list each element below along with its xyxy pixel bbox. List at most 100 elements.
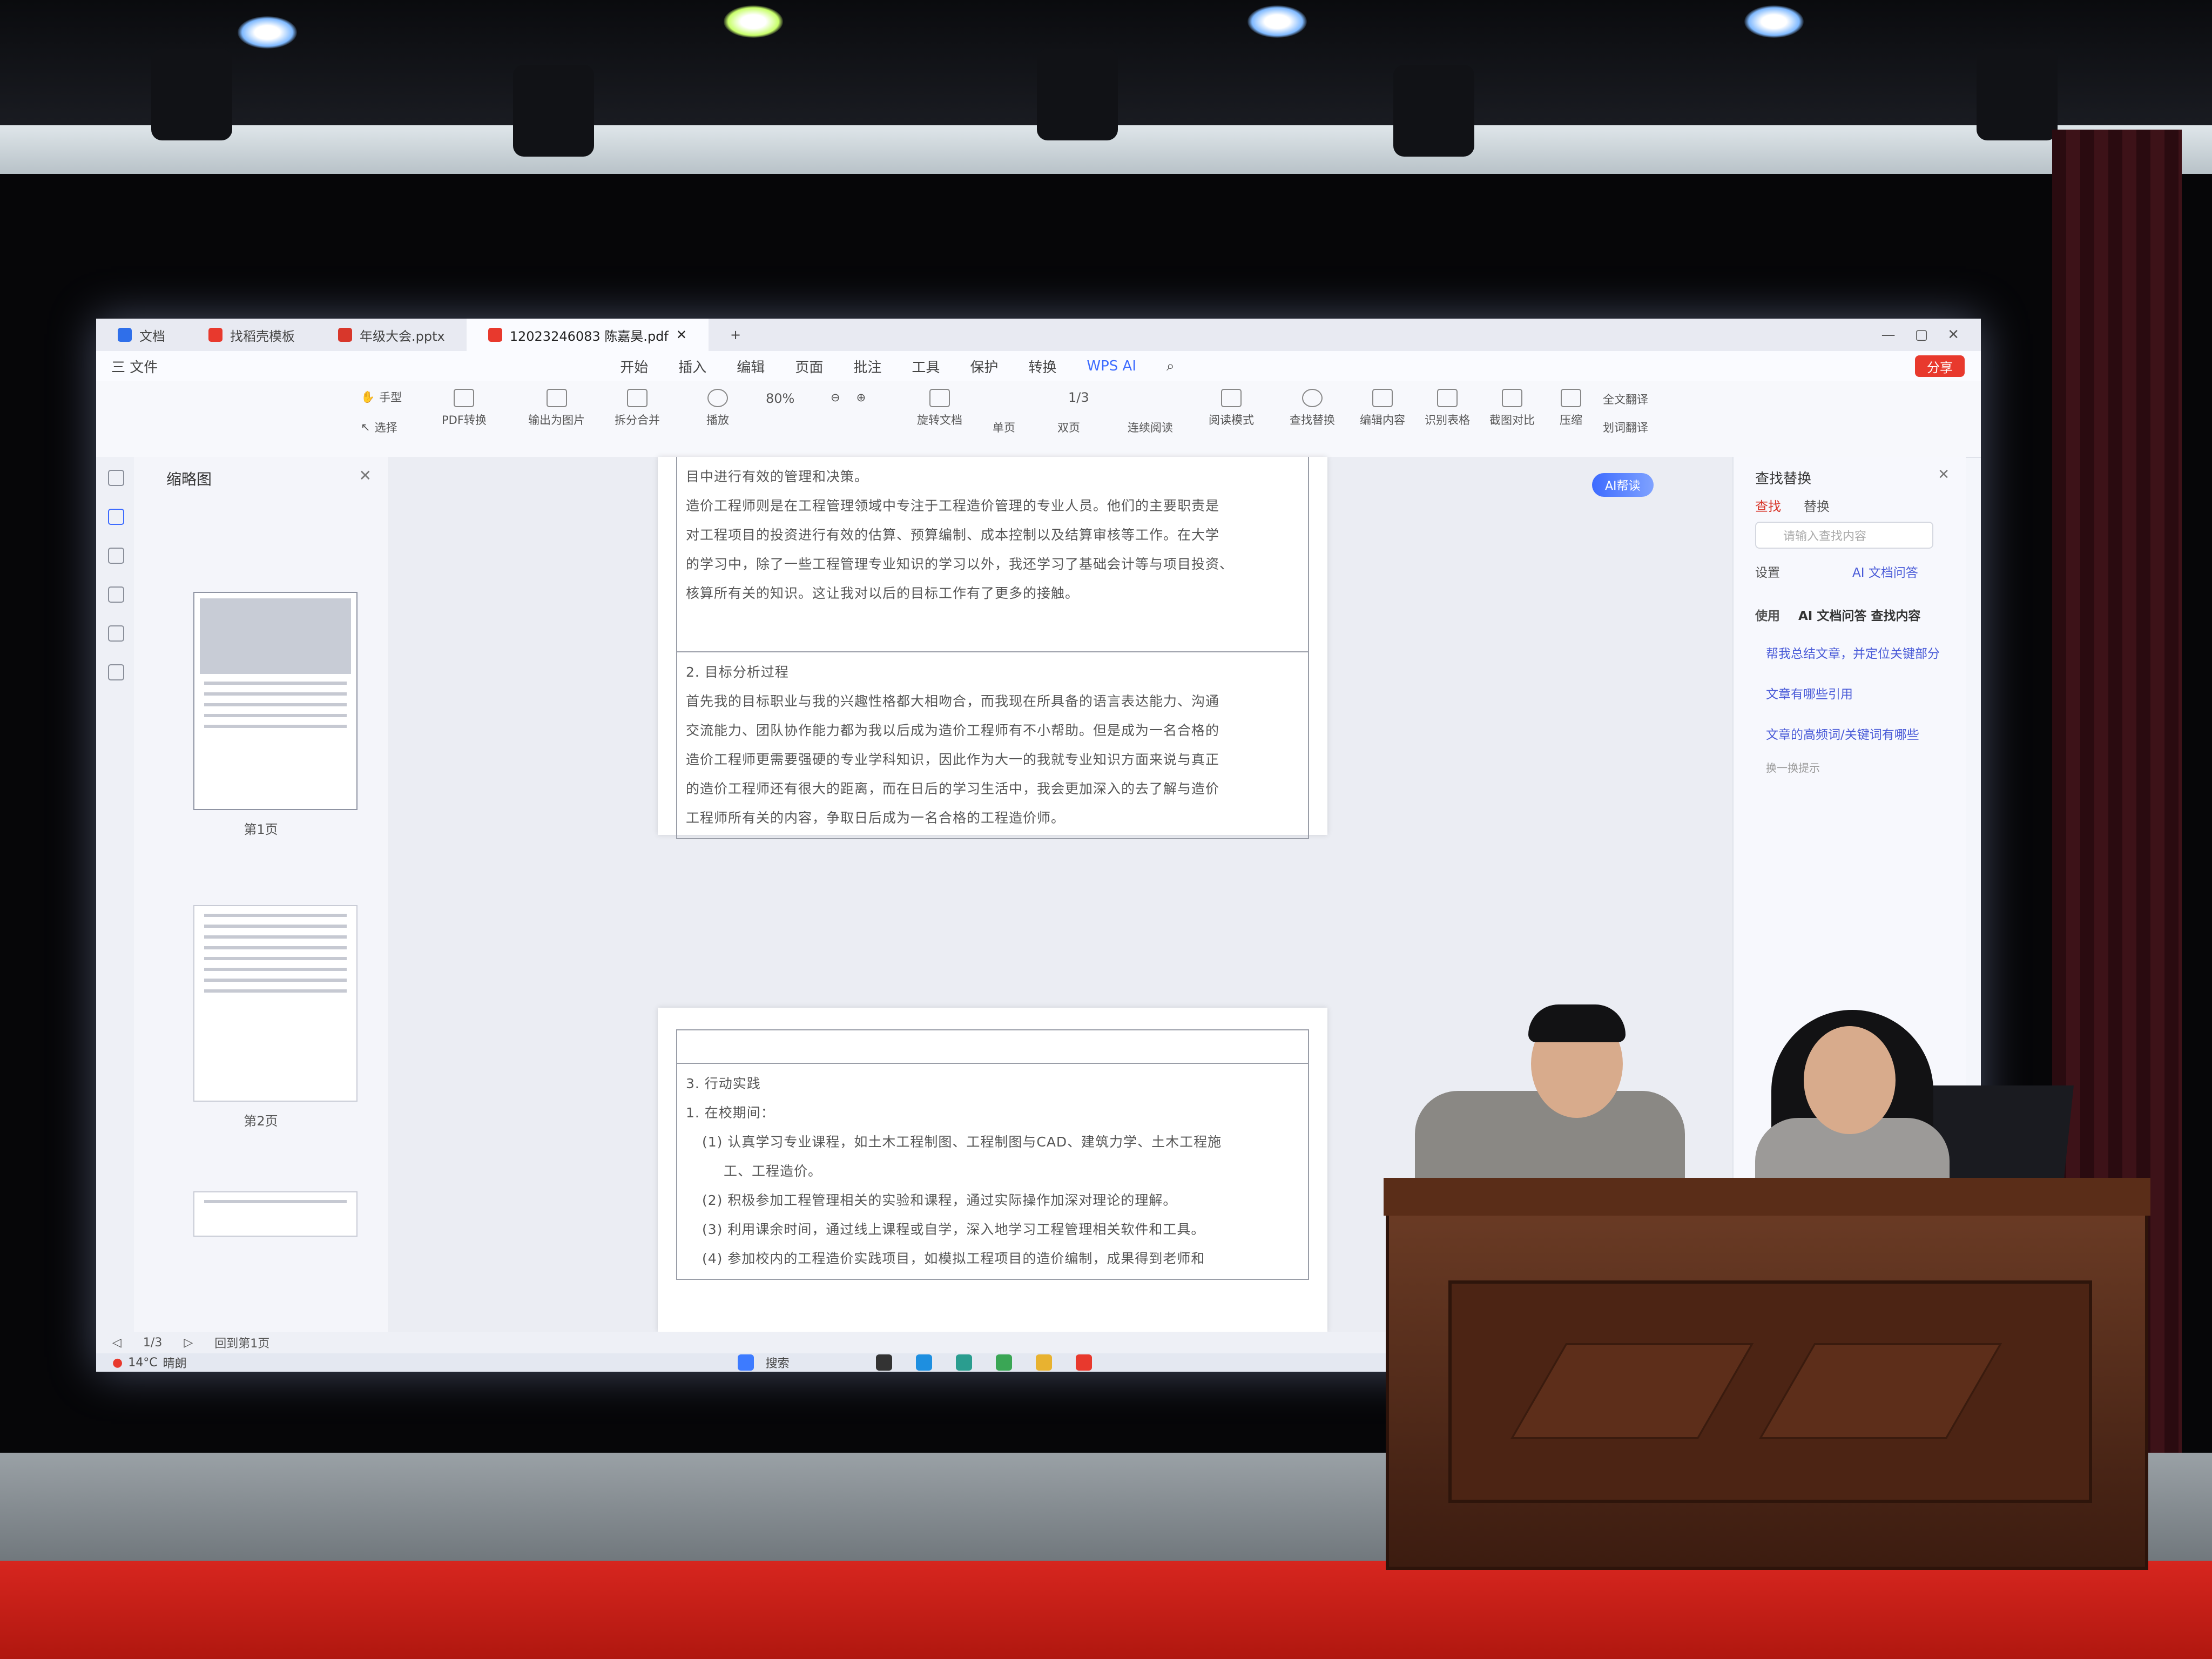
page-thumbnail-1[interactable] (193, 592, 358, 810)
wps-ai-button[interactable]: WPS AI (1071, 358, 1151, 374)
compress-button[interactable]: 压缩 (1560, 389, 1582, 428)
thumbnail-panel: 缩略图 ✕ 第1页 第2页 (134, 457, 389, 1332)
label: 识别表格 (1425, 414, 1470, 427)
thumb-line (204, 968, 347, 971)
split-merge-button[interactable]: 拆分合并 (615, 389, 660, 428)
page-next-icon[interactable]: ▷ (184, 1336, 193, 1350)
translate-mark-button[interactable]: 划词翻译 (1603, 419, 1648, 435)
export-image-button[interactable]: 输出为图片 (528, 389, 585, 428)
thumb-line (204, 989, 347, 993)
ai-read-button[interactable]: AI帮读 (1592, 473, 1654, 497)
page-thumbnail-2[interactable] (193, 905, 358, 1102)
hand-tool-button[interactable]: ✋ 手型 (361, 389, 402, 405)
app-icon[interactable] (955, 1354, 972, 1371)
folder-icon[interactable] (1035, 1354, 1052, 1371)
tab-template[interactable]: 找稻壳模板 (187, 319, 316, 351)
screenshot-compare-button[interactable]: 截图对比 (1489, 389, 1535, 428)
cursor-icon: ↖ (361, 421, 370, 434)
page-counter[interactable]: 1/3 (143, 1336, 162, 1350)
thumbnail-icon[interactable] (108, 509, 124, 525)
double-page-button[interactable]: 双页 (1057, 419, 1080, 435)
ai-suggestion[interactable]: 帮我总结文章，并定位关键部分 (1766, 643, 1940, 662)
wps-doc-icon (118, 328, 132, 342)
comment-icon[interactable] (108, 548, 124, 564)
ai-suggestion[interactable]: 文章有哪些引用 (1766, 684, 1853, 702)
thumb-line (204, 935, 347, 939)
share-button[interactable]: 分享 (1915, 355, 1965, 377)
edit-content-button[interactable]: 编辑内容 (1360, 389, 1405, 428)
rotate-button[interactable]: 旋转文档 (917, 389, 962, 428)
zoom-controls: ⊖ ⊕ (831, 391, 866, 404)
menu-annotate[interactable]: 批注 (838, 356, 896, 376)
ai-suggestion[interactable]: 文章的高频词/关键词有哪些 (1766, 724, 1919, 743)
page-nav-icon[interactable]: ◁ (112, 1336, 122, 1350)
wps-icon[interactable] (1075, 1354, 1092, 1371)
page-thumbnail-3[interactable] (193, 1191, 358, 1237)
pdf-icon (488, 328, 502, 342)
weather-text: 晴朗 (163, 1357, 187, 1371)
zoom-in-icon[interactable]: ⊕ (857, 391, 866, 404)
menu-convert[interactable]: 转换 (1013, 356, 1071, 376)
stage-light-fixture (1393, 65, 1474, 157)
thumb-line (204, 714, 347, 717)
refresh-suggestions[interactable]: 换一换提示 (1766, 759, 1820, 775)
bookmark-icon[interactable] (108, 470, 124, 486)
tab-pdf[interactable]: 12023246083 陈嘉昊.pdf ✕ (466, 319, 709, 351)
close-icon[interactable]: ✕ (359, 467, 372, 484)
tab-pptx[interactable]: 年级大会.pptx (316, 319, 467, 351)
new-tab-button[interactable]: + (709, 319, 763, 351)
tab-label: 文档 (139, 328, 165, 344)
panel-title: 查找替换 (1755, 471, 1812, 487)
single-page-button[interactable]: 单页 (993, 419, 1015, 435)
edge-icon[interactable] (915, 1354, 932, 1371)
back-to-first-page[interactable]: 回到第1页 (214, 1334, 269, 1351)
table-icon (1437, 389, 1458, 407)
translate-full-button[interactable]: 全文翻译 (1603, 391, 1648, 407)
taskbar-search[interactable]: 搜索 (766, 1354, 790, 1371)
close-icon[interactable]: ✕ (1947, 327, 1959, 343)
tab-replace[interactable]: 替换 (1804, 496, 1830, 515)
menu-page[interactable]: 页面 (780, 356, 838, 376)
menu-tools[interactable]: 工具 (896, 356, 955, 376)
search-icon[interactable]: ⌕ (1151, 358, 1190, 375)
settings-link[interactable]: 设置 (1755, 562, 1780, 581)
section-heading: 2. 目标分析过程 (686, 664, 789, 680)
spotlight (1247, 5, 1307, 38)
maximize-icon[interactable]: ▢ (1915, 327, 1928, 343)
select-tool-button[interactable]: ↖ 选择 (361, 419, 397, 435)
start-icon[interactable] (737, 1354, 754, 1371)
read-mode-button[interactable]: 阅读模式 (1209, 389, 1254, 428)
window-controls: — ▢ ✕ (1881, 327, 1981, 343)
app-icon[interactable] (875, 1354, 892, 1371)
tab-label: 找稻壳模板 (230, 328, 295, 344)
continuous-read-button[interactable]: 连续阅读 (1128, 419, 1173, 435)
ocr-table-button[interactable]: 识别表格 (1425, 389, 1470, 428)
find-replace-button[interactable]: 查找替换 (1290, 389, 1335, 428)
thumb-line (204, 682, 347, 685)
ai-qa-heading: AI 文档问答 查找内容 (1798, 609, 1921, 623)
pdf-convert-button[interactable]: PDF转换 (442, 389, 487, 428)
zoom-out-icon[interactable]: ⊖ (831, 391, 840, 404)
layers-icon[interactable] (108, 664, 124, 680)
app-icon[interactable] (995, 1354, 1012, 1371)
convert-icon (454, 389, 475, 407)
tab-documents[interactable]: 文档 (96, 319, 187, 351)
menu-insert[interactable]: 插入 (663, 356, 721, 376)
menu-home[interactable]: 开始 (605, 356, 663, 376)
close-tab-icon[interactable]: ✕ (676, 327, 687, 342)
stage-light-fixture (513, 65, 594, 157)
tab-find[interactable]: 查找 (1755, 496, 1781, 515)
zoom-select[interactable]: 80% (766, 391, 794, 406)
attachment-icon[interactable] (108, 586, 124, 603)
page-indicator[interactable]: 1/3 (1068, 390, 1089, 405)
play-button[interactable]: 播放 (706, 389, 729, 428)
signature-icon[interactable] (108, 625, 124, 642)
close-icon[interactable]: ✕ (1938, 467, 1950, 483)
menu-edit[interactable]: 编辑 (721, 356, 780, 376)
menu-protect[interactable]: 保护 (955, 356, 1013, 376)
file-menu[interactable]: 三 文件 (96, 356, 173, 376)
find-input[interactable]: 请输入查找内容 (1755, 522, 1933, 549)
ai-qa-link[interactable]: AI 文档问答 (1852, 562, 1918, 581)
label: 压缩 (1560, 414, 1582, 427)
minimize-icon[interactable]: — (1881, 327, 1896, 343)
